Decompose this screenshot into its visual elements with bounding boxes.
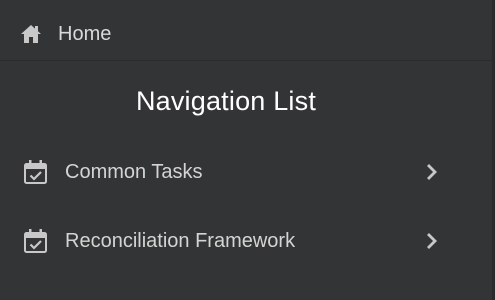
divider <box>0 60 492 61</box>
calendar-check-icon <box>23 228 49 254</box>
chevron-right-icon <box>424 163 440 181</box>
calendar-check-icon <box>23 159 49 185</box>
home-label: Home <box>58 22 112 45</box>
nav-item-common-tasks[interactable]: Common Tasks <box>0 145 480 199</box>
nav-item-label: Common Tasks <box>65 160 203 183</box>
nav-item-reconciliation-framework[interactable]: Reconciliation Framework <box>0 214 480 268</box>
chevron-right-icon <box>424 232 440 250</box>
navigation-panel: Home Navigation List Common Tasks Reconc… <box>0 0 495 300</box>
home-icon <box>20 23 42 45</box>
home-link[interactable]: Home <box>20 18 111 50</box>
navigation-title: Navigation List <box>135 86 317 116</box>
nav-item-label: Reconciliation Framework <box>65 229 296 252</box>
